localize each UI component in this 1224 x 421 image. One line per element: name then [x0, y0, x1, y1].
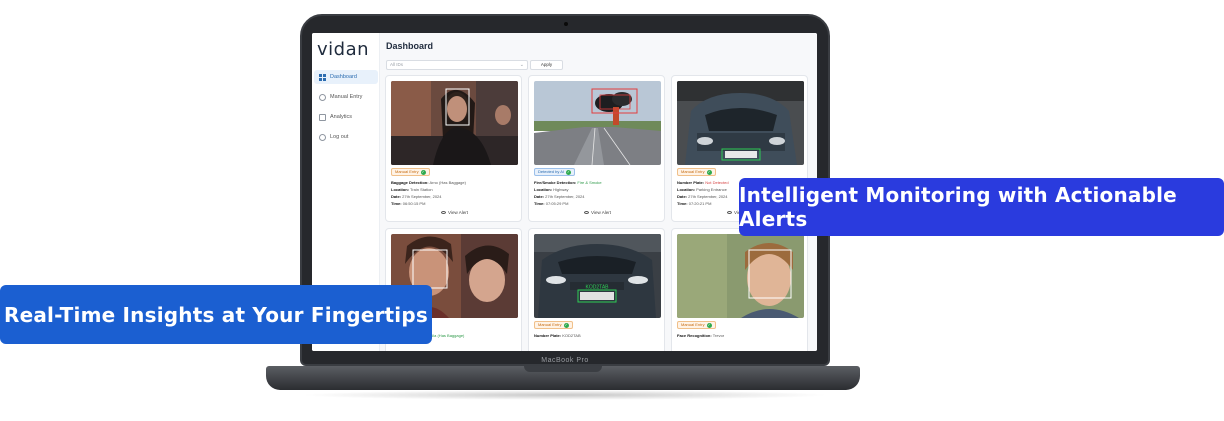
alert-image-train-station — [391, 81, 518, 165]
status-badge: Manual Entry ✓ — [677, 321, 716, 329]
detail-label: Time: — [391, 201, 402, 206]
alert-details: Baggage Detection: Arno (Has Baggage) Lo… — [391, 179, 519, 207]
alert-card[interactable]: Detected by AI ✓ Fire/Smoke Detection: Fi… — [528, 75, 665, 222]
view-alert-label: View Alert — [591, 210, 611, 215]
badge-label: Manual Entry — [395, 169, 419, 174]
alert-details: Number Plate: KOD2TAB — [534, 332, 662, 339]
sidebar-item-analytics[interactable]: Analytics — [314, 110, 378, 124]
camera-dot — [564, 22, 568, 26]
alert-details: Fire/Smoke Detection: Fire & Smoke Locat… — [534, 179, 662, 207]
detail-value: Arno (Has Baggage) — [429, 180, 466, 185]
detail-label: Location: — [391, 187, 409, 192]
detail-label: Fire/Smoke Detection: — [534, 180, 577, 185]
detail-label: Location: — [677, 187, 695, 192]
eye-icon — [441, 211, 447, 215]
page-title: Dashboard — [386, 41, 434, 51]
detail-value: 06:50:15 PM — [402, 201, 426, 206]
detail-value: Sila (Has Baggage) — [429, 333, 465, 338]
sidebar-item-label: Log out — [330, 134, 349, 140]
sidebar-item-logout[interactable]: Log out — [314, 130, 378, 144]
grid-icon — [319, 73, 326, 81]
eye-icon — [727, 211, 733, 215]
sidebar-item-label: Dashboard — [330, 74, 357, 80]
detail-label: Number Plate: — [677, 180, 705, 185]
chart-icon — [319, 113, 326, 121]
alert-image-car-plate: KOD2TAB — [534, 234, 661, 318]
chevron-down-icon: ⌄ — [519, 62, 524, 68]
sidebar-item-label: Analytics — [330, 114, 353, 120]
callout-insights: Real-Time Insights at Your Fingertips — [0, 285, 432, 344]
status-badge: Manual Entry ✓ — [534, 321, 573, 329]
detail-value: Train Station — [410, 187, 433, 192]
alert-details: Face Recognition: Trevor — [677, 332, 805, 339]
badge-label: Detected by AI — [538, 169, 565, 174]
logout-icon — [319, 133, 326, 141]
detail-value: 07:20:21 PM — [688, 201, 712, 206]
status-badge: Manual Entry ✓ — [391, 168, 430, 176]
status-badge: Manual Entry ✓ — [677, 168, 716, 176]
alert-card[interactable]: KOD2TAB Manual Entry ✓ Number Plate: KOD2… — [528, 228, 665, 351]
alert-image-boy-face — [677, 234, 804, 318]
eye-icon — [584, 211, 590, 215]
id-filter-select[interactable]: All IDs ⌄ — [386, 60, 528, 70]
badge-label: Manual Entry — [681, 322, 705, 327]
badge-label: Manual Entry — [538, 322, 562, 327]
check-icon: ✓ — [563, 322, 569, 328]
view-alert-link[interactable]: View Alert — [386, 210, 521, 215]
alert-image-highway — [534, 81, 661, 165]
apply-button[interactable]: Apply — [530, 60, 563, 70]
alert-image-parking — [677, 81, 804, 165]
detail-label: Time: — [534, 201, 545, 206]
detail-label: Date: — [534, 194, 545, 199]
plate-text: KOD2TAB — [586, 285, 610, 291]
detail-value: Parking Entrance — [696, 187, 727, 192]
detail-value: Highway — [553, 187, 569, 192]
detail-label: Date: — [391, 194, 402, 199]
app-logo: vidan — [317, 39, 370, 60]
sidebar-item-label: Manual Entry — [330, 94, 363, 100]
sidebar-item-manual-entry[interactable]: Manual Entry — [314, 90, 378, 104]
badge-label: Manual Entry — [681, 169, 705, 174]
detail-value: 27th September, 2024 — [545, 194, 585, 199]
detail-label: Location: — [534, 187, 552, 192]
detail-label: Number Plate: — [534, 333, 562, 338]
detail-value: 27th September, 2024 — [688, 194, 728, 199]
sidebar-item-dashboard[interactable]: Dashboard — [314, 70, 378, 84]
detail-value: Fire & Smoke — [577, 180, 602, 185]
detail-value: 07:05:29 PM — [545, 201, 569, 206]
laptop-base — [266, 366, 860, 390]
alert-card[interactable]: Manual Entry ✓ Face Recognition: Trevor — [671, 228, 808, 351]
detail-value: Trevor — [712, 333, 725, 338]
check-icon: ✓ — [420, 169, 426, 175]
sidebar-nav: Dashboard Manual Entry Analytics Log out — [314, 70, 378, 150]
device-label: MacBook Pro — [541, 357, 589, 364]
detail-label: Baggage Detection: — [391, 180, 429, 185]
detail-label: Date: — [677, 194, 688, 199]
detail-value: Not Detected — [705, 180, 729, 185]
filter-placeholder: All IDs — [390, 62, 404, 67]
detail-value: 27th September, 2024 — [402, 194, 442, 199]
laptop-shadow — [300, 390, 830, 400]
callout-monitoring: Intelligent Monitoring with Actionable A… — [739, 178, 1224, 236]
check-icon: ✓ — [706, 169, 712, 175]
detail-label: Time: — [677, 201, 688, 206]
view-alert-label: View Alert — [448, 210, 468, 215]
check-icon: ✓ — [566, 169, 572, 175]
check-icon: ✓ — [706, 322, 712, 328]
view-alert-link[interactable]: View Alert — [529, 210, 664, 215]
alert-card[interactable]: Manual Entry ✓ Baggage Detection: Arno (H… — [385, 75, 522, 222]
status-badge: Detected by AI ✓ — [534, 168, 576, 176]
detail-label: Face Recognition: — [677, 333, 712, 338]
base-notch — [524, 366, 602, 372]
user-icon — [319, 93, 326, 101]
detail-value: KOD2TAB — [562, 333, 581, 338]
